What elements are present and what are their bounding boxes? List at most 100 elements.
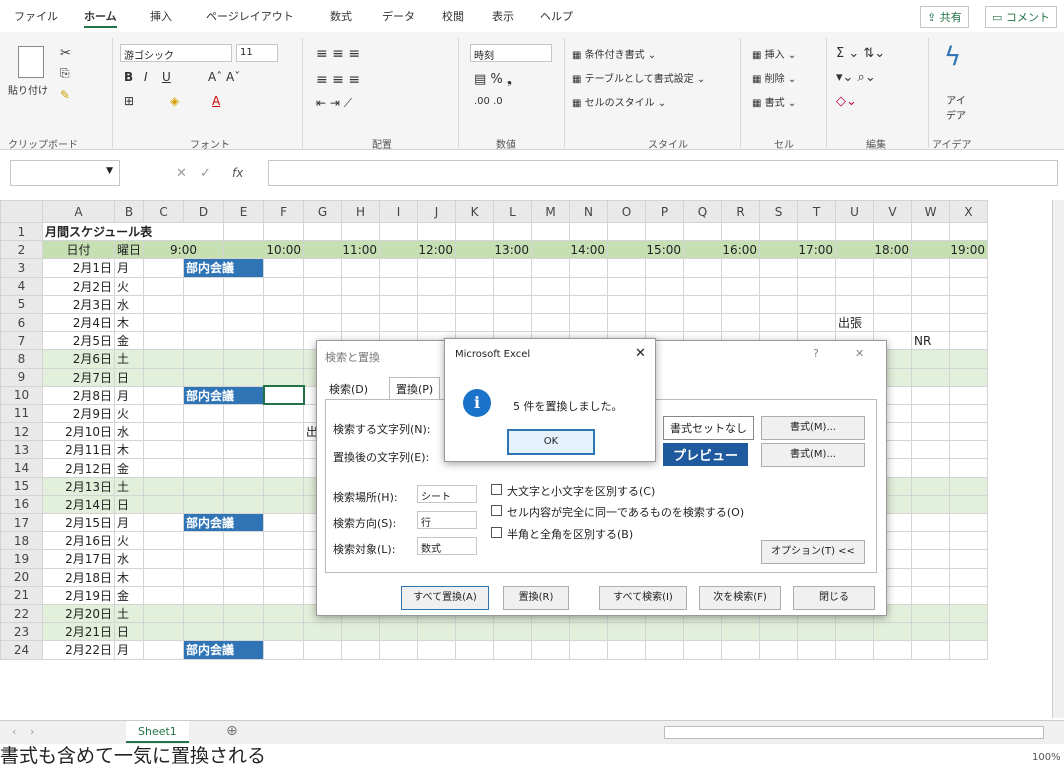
cell[interactable] bbox=[531, 294, 571, 314]
prev-sheet-icon[interactable]: ‹ bbox=[12, 725, 16, 738]
cell[interactable] bbox=[949, 294, 989, 314]
cell[interactable] bbox=[797, 294, 837, 314]
cell[interactable] bbox=[569, 312, 609, 333]
row-header[interactable]: 22 bbox=[0, 603, 43, 624]
cell[interactable] bbox=[183, 440, 225, 460]
match-entire-checkbox[interactable] bbox=[491, 505, 502, 516]
cell[interactable] bbox=[493, 258, 533, 278]
cell[interactable] bbox=[263, 349, 305, 369]
day-cell[interactable]: 金 bbox=[113, 585, 145, 605]
table-format-button[interactable]: ▦ テーブルとして書式設定 ⌄ bbox=[572, 70, 705, 85]
cell[interactable] bbox=[263, 494, 305, 515]
close-icon[interactable]: ✕ bbox=[635, 346, 646, 361]
cell[interactable] bbox=[873, 258, 913, 278]
meeting-cell[interactable]: 部内会議 bbox=[183, 258, 265, 278]
time-header[interactable]: 16:00 bbox=[683, 240, 761, 260]
column-header[interactable]: K bbox=[455, 200, 495, 223]
tab-replace[interactable]: 置換(P) bbox=[389, 377, 441, 400]
match-case-checkbox[interactable] bbox=[491, 484, 502, 495]
italic-icon[interactable]: I bbox=[144, 70, 148, 84]
cell[interactable] bbox=[949, 367, 989, 387]
formula-input[interactable] bbox=[268, 160, 1058, 186]
day-cell[interactable]: 日 bbox=[113, 622, 145, 642]
cell[interactable] bbox=[721, 258, 761, 278]
date-cell[interactable]: 2月17日 bbox=[42, 549, 115, 569]
cell[interactable] bbox=[949, 422, 989, 442]
column-header[interactable]: M bbox=[531, 200, 571, 223]
find-format-button[interactable]: 書式(M)... bbox=[761, 416, 865, 440]
cell[interactable] bbox=[949, 476, 989, 496]
cell[interactable] bbox=[183, 531, 225, 551]
cell[interactable] bbox=[721, 221, 761, 242]
cell[interactable] bbox=[949, 276, 989, 296]
cell[interactable] bbox=[455, 640, 495, 660]
row-header[interactable]: 14 bbox=[0, 458, 43, 478]
add-sheet-icon[interactable]: ⊕ bbox=[226, 723, 238, 739]
date-cell[interactable]: 2月15日 bbox=[42, 512, 115, 533]
tab-review[interactable]: 校閲 bbox=[442, 8, 464, 24]
indent-icon[interactable]: ⇤ ⇥ ⟋ bbox=[316, 96, 352, 111]
cell[interactable] bbox=[949, 221, 989, 242]
day-cell[interactable]: 月 bbox=[113, 640, 145, 660]
select-all-corner[interactable] bbox=[0, 200, 43, 223]
day-cell[interactable]: 月 bbox=[113, 385, 145, 405]
cell[interactable] bbox=[183, 494, 225, 515]
column-header[interactable]: C bbox=[143, 200, 185, 223]
date-cell[interactable]: 2月10日 bbox=[42, 422, 115, 442]
cell[interactable] bbox=[183, 567, 225, 587]
day-cell[interactable]: 木 bbox=[113, 440, 145, 460]
cancel-icon[interactable]: ✕ bbox=[176, 166, 187, 181]
cell[interactable] bbox=[759, 312, 799, 333]
column-header[interactable]: S bbox=[759, 200, 799, 223]
cell[interactable] bbox=[949, 403, 989, 424]
autosum-icon[interactable]: Σ ⌄ ⇅⌄ bbox=[836, 46, 885, 61]
cell[interactable] bbox=[263, 622, 305, 642]
match-byte-checkbox[interactable] bbox=[491, 527, 502, 538]
cell[interactable] bbox=[379, 312, 419, 333]
cell[interactable] bbox=[835, 221, 875, 242]
cell[interactable] bbox=[223, 312, 265, 333]
column-header[interactable]: U bbox=[835, 200, 875, 223]
cell[interactable] bbox=[531, 258, 571, 278]
cell[interactable] bbox=[379, 276, 419, 296]
cell[interactable] bbox=[911, 367, 951, 387]
cell[interactable] bbox=[721, 622, 761, 642]
clear-icon[interactable]: ◇⌄ bbox=[836, 94, 857, 109]
row-header[interactable]: 9 bbox=[0, 367, 43, 387]
day-cell[interactable]: 日 bbox=[113, 367, 145, 387]
cell[interactable] bbox=[949, 458, 989, 478]
cell[interactable] bbox=[911, 512, 951, 533]
cell[interactable] bbox=[949, 494, 989, 515]
cell[interactable] bbox=[223, 603, 265, 624]
cell[interactable] bbox=[143, 476, 185, 496]
sheet-title[interactable]: 月間スケジュール表 bbox=[43, 223, 224, 241]
cell-style-button[interactable]: ▦ セルのスタイル ⌄ bbox=[572, 94, 666, 109]
date-cell[interactable]: 2月22日 bbox=[42, 640, 115, 660]
cell[interactable] bbox=[303, 622, 343, 642]
cell[interactable] bbox=[223, 349, 265, 369]
cell[interactable] bbox=[183, 622, 225, 642]
cell[interactable] bbox=[183, 331, 225, 351]
cell[interactable] bbox=[949, 622, 989, 642]
cell[interactable] bbox=[531, 640, 571, 660]
cell[interactable] bbox=[223, 367, 265, 387]
cell[interactable] bbox=[223, 549, 265, 569]
row-header[interactable]: 24 bbox=[0, 640, 43, 660]
cell[interactable] bbox=[143, 385, 185, 405]
fill-color-icon[interactable]: ◈ bbox=[170, 94, 179, 108]
cell[interactable] bbox=[417, 258, 457, 278]
tab-view[interactable]: 表示 bbox=[492, 8, 514, 24]
cell[interactable] bbox=[911, 476, 951, 496]
column-header[interactable]: G bbox=[303, 200, 343, 223]
replace-format-button[interactable]: 書式(M)... bbox=[761, 443, 865, 467]
fx-icon[interactable]: fx bbox=[232, 166, 243, 180]
cell[interactable] bbox=[263, 276, 305, 296]
cell[interactable] bbox=[341, 622, 381, 642]
time-header[interactable]: 15:00 bbox=[607, 240, 685, 260]
date-cell[interactable]: 2月18日 bbox=[42, 567, 115, 587]
row-header[interactable]: 13 bbox=[0, 440, 43, 460]
row-header[interactable]: 11 bbox=[0, 403, 43, 424]
name-box[interactable]: ▼ bbox=[10, 160, 120, 186]
cell[interactable] bbox=[263, 603, 305, 624]
cell[interactable] bbox=[455, 276, 495, 296]
